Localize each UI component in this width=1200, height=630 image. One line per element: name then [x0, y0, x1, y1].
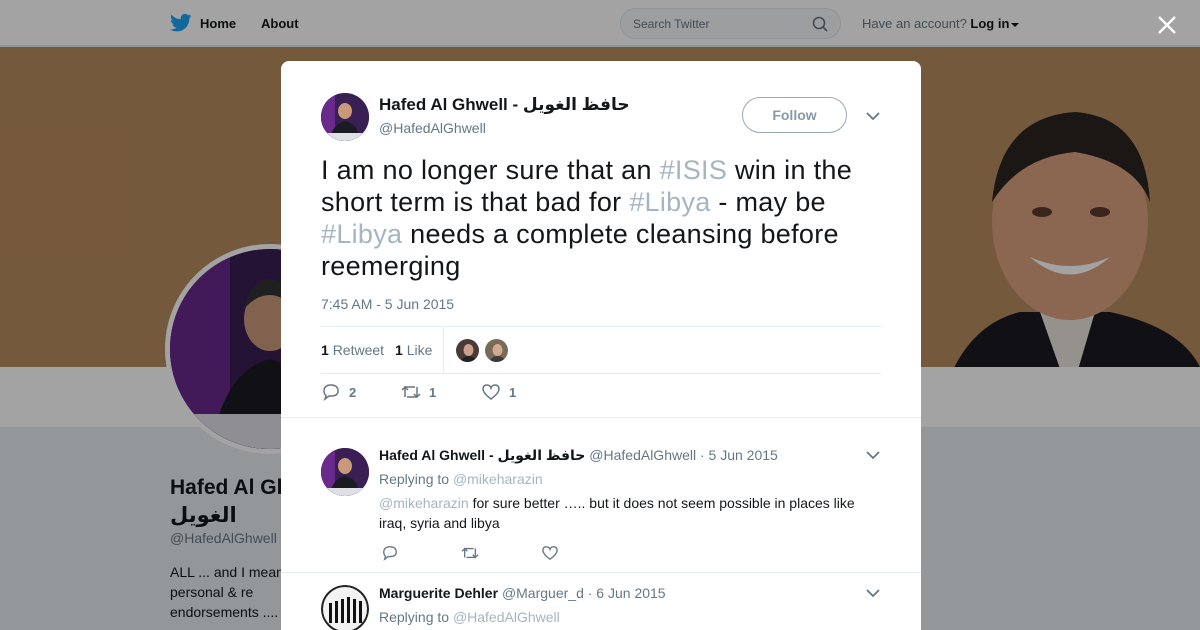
hashtag-link[interactable]: #Libya [321, 219, 402, 249]
tweet-text: I am no longer sure that an #ISIS win in… [321, 154, 881, 282]
reply-header: Hafed Al Ghwell - حافظ الغويل @HafedAlGh… [379, 447, 778, 464]
like-stat-label: Like [406, 342, 433, 358]
tweet-author-avatar[interactable] [321, 93, 369, 141]
chevron-down-icon[interactable] [866, 450, 880, 460]
replying-to-link[interactable]: @HafedAlGhwell [453, 609, 560, 625]
reply-avatar-image [321, 448, 369, 496]
mention-link[interactable]: @mikeharazin [379, 495, 469, 511]
close-icon[interactable] [1155, 13, 1179, 37]
tweet-timestamp[interactable]: 7:45 AM - 5 Jun 2015 [321, 296, 454, 312]
reply-author-handle[interactable]: @HafedAlGhwell [589, 447, 696, 463]
retweet-stat[interactable]: 1 Retweet [321, 342, 384, 358]
author-avatar-image [321, 93, 369, 141]
reply-author-name[interactable]: Hafed Al Ghwell - حافظ الغويل [379, 447, 585, 463]
like-icon [482, 384, 500, 400]
hashtag-link[interactable]: #Libya [629, 187, 710, 217]
reply-author-handle[interactable]: @Marguer_d [502, 585, 584, 601]
replying-to-link[interactable]: @mikeharazin [453, 471, 543, 487]
tweet-text-part: I am no longer sure that an [321, 155, 660, 185]
reply-icon [323, 384, 339, 401]
chevron-down-icon[interactable] [866, 588, 880, 598]
reply-avatar-image [321, 585, 369, 630]
like-action-count: 1 [509, 384, 517, 400]
reply-date[interactable]: · 6 Jun 2015 [588, 585, 666, 601]
follow-button[interactable]: Follow [742, 97, 847, 133]
reply-count: 2 [349, 384, 357, 400]
liker-avatar-image [485, 339, 508, 362]
stats-divider [443, 327, 444, 373]
reply-text: @mikeharazin for sure better ….. but it … [379, 493, 879, 533]
tweet-author-name[interactable]: Hafed Al Ghwell - حافظ الغويل [379, 95, 630, 115]
reply-actions [381, 545, 559, 561]
replying-to-label: Replying to [379, 471, 450, 487]
reply-icon[interactable] [381, 545, 399, 561]
hashtag-link[interactable]: #ISIS [660, 155, 728, 185]
tweet-stats: 1 Retweet 1 Like [321, 326, 881, 374]
reply-author-name[interactable]: Marguerite Dehler [379, 585, 498, 601]
reply-author-avatar[interactable] [321, 448, 369, 496]
retweet-stat-label: Retweet [332, 342, 385, 358]
replying-to-line: Replying to @HafedAlGhwell [379, 609, 560, 625]
liker-avatar[interactable] [455, 338, 480, 363]
replying-to-label: Replying to [379, 609, 450, 625]
retweet-icon [401, 385, 421, 399]
reply-action[interactable]: 2 [321, 383, 401, 401]
tweet-text-part: - may be [710, 187, 826, 217]
retweet-action-count: 1 [429, 384, 437, 400]
reply-tweet[interactable]: Hafed Al Ghwell - حافظ الغويل @HafedAlGh… [281, 417, 921, 573]
like-action[interactable]: 1 [481, 383, 561, 401]
reply-header: Marguerite Dehler @Marguer_d · 6 Jun 201… [379, 585, 666, 601]
replying-to-line: Replying to @mikeharazin [379, 471, 543, 487]
retweet-count: 1 [321, 342, 329, 358]
tweet-author-handle[interactable]: @HafedAlGhwell [379, 120, 486, 136]
reply-date[interactable]: · 5 Jun 2015 [700, 447, 778, 463]
like-count: 1 [395, 342, 403, 358]
liker-avatar-image [456, 339, 479, 362]
liker-avatar[interactable] [484, 338, 509, 363]
retweet-action[interactable]: 1 [401, 383, 481, 401]
like-icon[interactable] [541, 545, 559, 561]
tweet-actions: 2 1 1 [321, 383, 561, 401]
chevron-down-icon[interactable] [866, 111, 880, 121]
reply-tweet[interactable]: Marguerite Dehler @Marguer_d · 6 Jun 201… [281, 572, 921, 630]
like-stat[interactable]: 1 Like [395, 342, 432, 358]
reply-author-avatar[interactable] [321, 585, 369, 630]
tweet-modal: Hafed Al Ghwell - حافظ الغويل @HafedAlGh… [281, 61, 921, 630]
retweet-icon[interactable] [461, 545, 479, 561]
